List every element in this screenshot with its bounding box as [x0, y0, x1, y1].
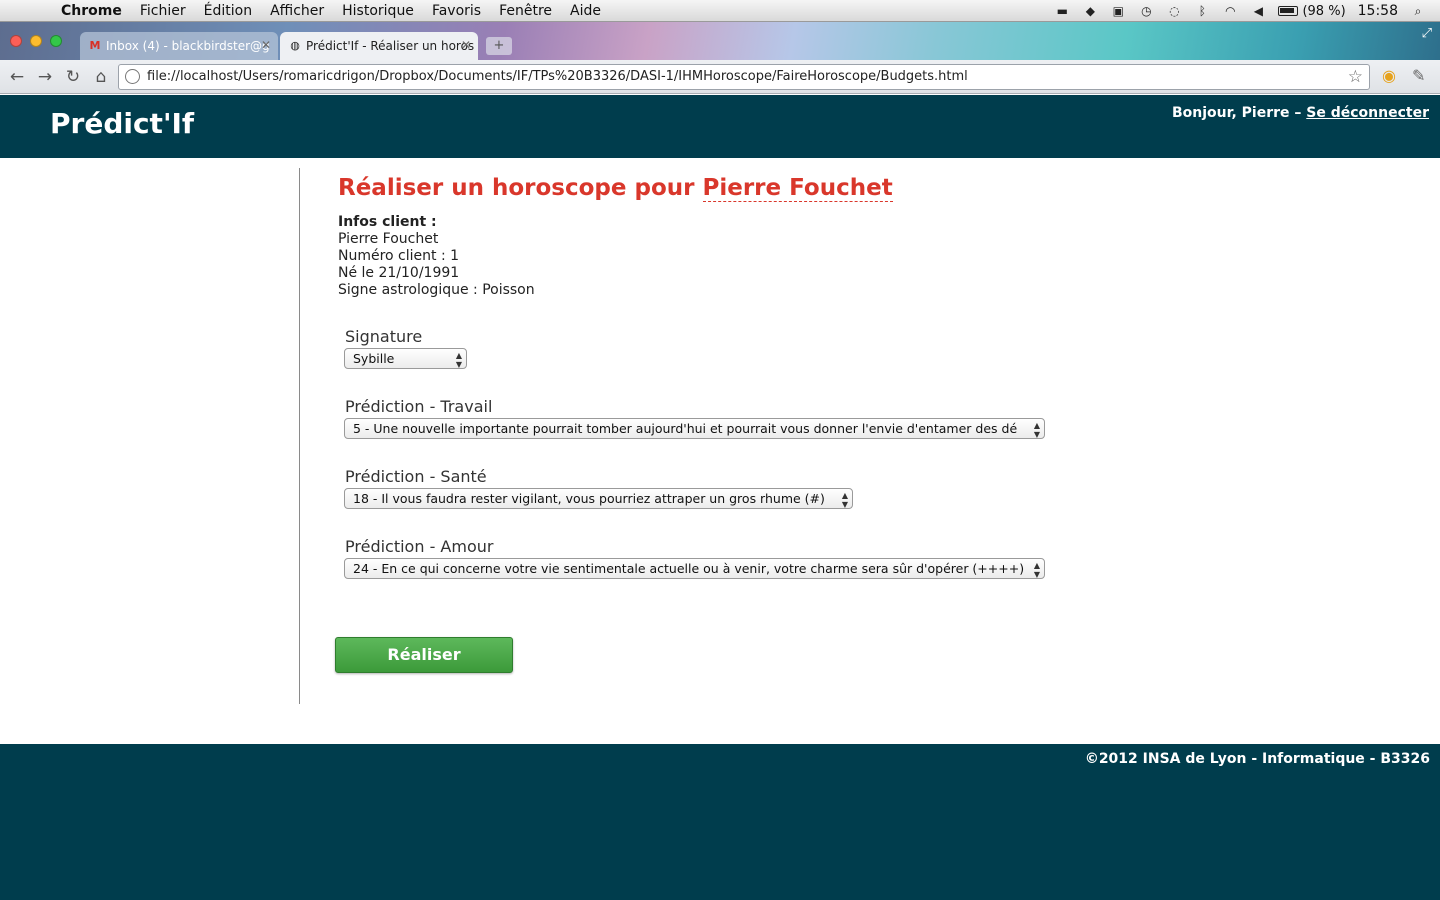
menu-fichier[interactable]: Fichier — [131, 0, 195, 22]
greeting: Bonjour, Pierre – — [1171, 105, 1307, 121]
time-machine-icon[interactable]: ◷ — [1138, 4, 1154, 18]
site-logo[interactable]: Prédict'If — [50, 107, 194, 140]
zoom-window-button[interactable] — [50, 35, 62, 47]
tab-predictif[interactable]: ◍ Prédict'If - Réaliser un horos ✕ — [280, 32, 478, 60]
home-icon[interactable]: ⌂ — [90, 66, 112, 88]
main-content: Réaliser un horoscope pour Pierre Fouche… — [338, 175, 1118, 299]
info-sign: Signe astrologique : Poisson — [338, 282, 535, 298]
tab-gmail-inbox[interactable]: M Inbox (4) - blackbirdster@g ✕ — [80, 32, 278, 60]
page-info-icon[interactable] — [125, 69, 140, 84]
battery-icon — [1278, 6, 1299, 16]
window-icon[interactable]: ▣ — [1110, 4, 1126, 18]
macos-menubar: Chrome Fichier Édition Afficher Historiq… — [0, 0, 1440, 22]
client-name-link[interactable]: Pierre Fouchet — [702, 175, 893, 202]
menu-afficher[interactable]: Afficher — [261, 0, 333, 22]
info-client-number: Numéro client : 1 — [338, 248, 460, 264]
sante-label: Prédiction - Santé — [345, 467, 487, 486]
address-bar[interactable]: file://localhost/Users/romaricdrigon/Dro… — [118, 64, 1370, 90]
volume-icon[interactable]: ◀ — [1250, 4, 1266, 18]
footer-copyright: ©2012 INSA de Lyon - Informatique - B332… — [1084, 751, 1430, 767]
status-area: ▬ ◆ ▣ ◷ ◌ ᛒ ◠ ◀ (98 %) 15:58 ⌕ — [1054, 0, 1426, 22]
tab-title: Inbox (4) - blackbirdster@g — [106, 39, 270, 53]
minimize-window-button[interactable] — [30, 35, 42, 47]
fullscreen-icon[interactable]: ⤢ — [1422, 26, 1432, 41]
bookmark-star-icon[interactable]: ☆ — [1348, 65, 1363, 89]
browser-tabstrip: M Inbox (4) - blackbirdster@g ✕ ◍ Prédic… — [0, 22, 1440, 60]
submit-horoscope-button[interactable]: Réaliser l'horoscope — [335, 637, 513, 698]
travail-value: 5 - Une nouvelle importante pourrait tom… — [353, 421, 1018, 436]
logout-link[interactable]: Se déconnecter — [1306, 105, 1429, 121]
user-area: Bonjour, Pierre – Se déconnecter — [1172, 105, 1429, 121]
close-window-button[interactable] — [10, 35, 22, 47]
menu-app-chrome[interactable]: Chrome — [52, 0, 131, 22]
infos-label: Infos client : — [338, 214, 437, 230]
select-arrows-icon: ▲ ▼ — [1033, 561, 1040, 579]
menu-fenetre[interactable]: Fenêtre — [490, 0, 561, 22]
menu-aide[interactable]: Aide — [561, 0, 610, 22]
amour-select[interactable]: 24 - En ce qui concerne votre vie sentim… — [344, 558, 1045, 579]
info-birthdate: Né le 21/10/1991 — [338, 265, 460, 281]
menu-favoris[interactable]: Favoris — [423, 0, 490, 22]
folder-icon[interactable]: ▬ — [1054, 4, 1070, 18]
bluetooth-icon[interactable]: ᛒ — [1194, 4, 1210, 18]
page-title: Réaliser un horoscope pour Pierre Fouche… — [338, 175, 1118, 202]
signature-label: Signature — [345, 327, 423, 346]
clock[interactable]: 15:58 — [1358, 3, 1398, 19]
travail-label: Prédiction - Travail — [345, 397, 493, 416]
select-arrows-icon: ▲ ▼ — [1033, 421, 1040, 439]
page-icon: ◍ — [290, 39, 300, 52]
sante-value: 18 - Il vous faudra rester vigilant, vou… — [353, 491, 825, 506]
new-tab-button[interactable]: + — [486, 37, 512, 55]
site-footer: ©2012 INSA de Lyon - Informatique - B332… — [0, 744, 1440, 900]
close-tab-icon[interactable]: ✕ — [261, 38, 271, 52]
client-infos: Infos client : Pierre Fouchet Numéro cli… — [338, 214, 1118, 299]
wrench-menu-icon[interactable]: ✎ — [1412, 66, 1425, 85]
reload-icon[interactable]: ↻ — [62, 66, 84, 88]
signature-select[interactable]: Sybille ▲ ▼ — [344, 348, 467, 369]
forward-icon[interactable]: → — [34, 66, 56, 88]
window-controls — [10, 35, 62, 47]
column-divider — [299, 168, 300, 704]
spotlight-search-icon[interactable]: ⌕ — [1410, 4, 1426, 18]
amour-value: 24 - En ce qui concerne votre vie sentim… — [353, 561, 1025, 576]
gmail-icon: M — [89, 39, 101, 52]
battery-indicator[interactable]: (98 %) — [1278, 3, 1346, 19]
signature-value: Sybille — [353, 351, 395, 366]
title-prefix: Réaliser un horoscope pour — [338, 175, 703, 201]
wifi-icon[interactable]: ◠ — [1222, 4, 1238, 18]
chat-icon[interactable]: ◌ — [1166, 4, 1182, 18]
battery-percent: (98 %) — [1302, 3, 1346, 19]
select-arrows-icon: ▲ ▼ — [455, 351, 462, 369]
menu-historique[interactable]: Historique — [333, 0, 423, 22]
extension-icon[interactable]: ◉ — [1382, 66, 1396, 85]
select-arrows-icon: ▲ ▼ — [841, 491, 848, 509]
travail-select[interactable]: 5 - Une nouvelle importante pourrait tom… — [344, 418, 1045, 439]
sante-select[interactable]: 18 - Il vous faudra rester vigilant, vou… — [344, 488, 853, 509]
browser-toolbar: ← → ↻ ⌂ file://localhost/Users/romaricdr… — [0, 60, 1440, 94]
menu-edition[interactable]: Édition — [195, 0, 261, 22]
back-icon[interactable]: ← — [6, 66, 28, 88]
close-tab-icon[interactable]: ✕ — [461, 38, 471, 52]
amour-label: Prédiction - Amour — [345, 537, 494, 556]
url-text: file://localhost/Users/romaricdrigon/Dro… — [147, 69, 968, 84]
site-header: Prédict'If Bonjour, Pierre – Se déconnec… — [0, 95, 1440, 158]
tab-title: Prédict'If - Réaliser un horos — [306, 39, 475, 53]
info-name: Pierre Fouchet — [338, 231, 439, 247]
dropbox-icon[interactable]: ◆ — [1082, 4, 1098, 18]
